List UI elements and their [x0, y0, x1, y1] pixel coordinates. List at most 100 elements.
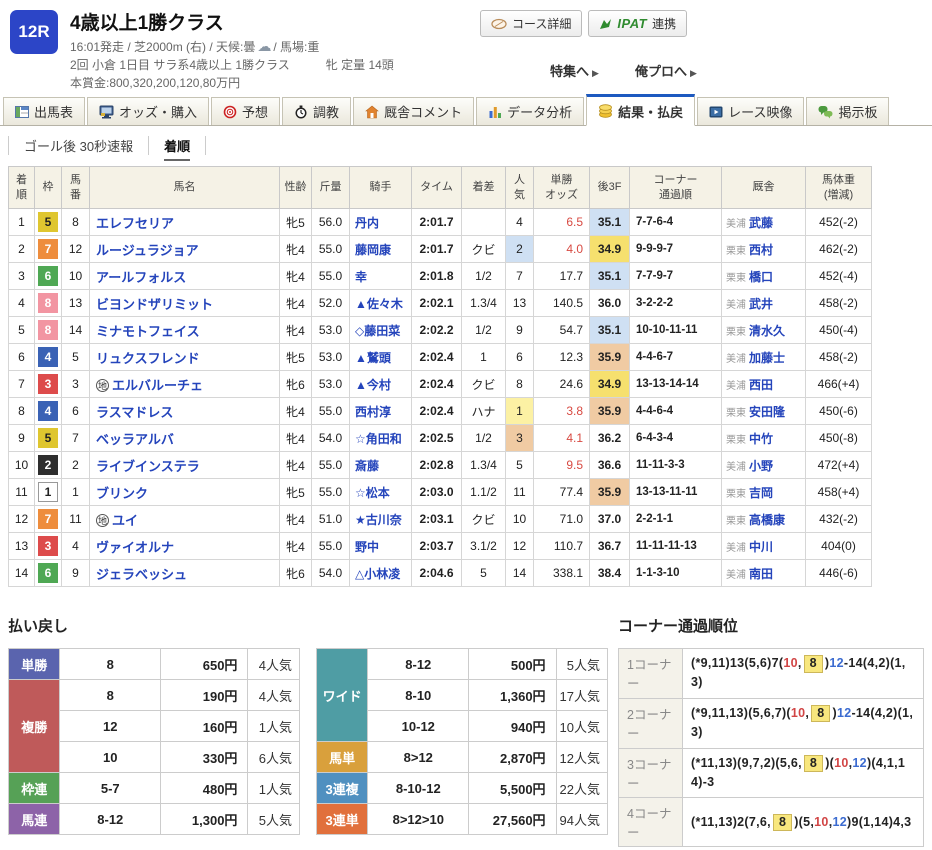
finish-time: 2:02.4	[411, 343, 462, 371]
jockey-link[interactable]: ◇藤田菜	[355, 324, 400, 338]
col-last-3f: 後3F	[589, 166, 630, 209]
horse-name-link[interactable]: ヴァイオルナ	[96, 540, 174, 555]
tab-board[interactable]: 掲示板	[806, 97, 890, 125]
tab-label: 出馬表	[34, 105, 74, 120]
frame-badge: 5	[38, 212, 58, 232]
col-popularity: 人 気	[505, 166, 534, 209]
trainer-link[interactable]: 高橋康	[749, 513, 785, 527]
jockey-link[interactable]: ▲佐々木	[355, 297, 403, 311]
tab-yoso[interactable]: 予想	[211, 97, 281, 125]
win-odds: 12.3	[533, 343, 590, 371]
finish-position: 10	[8, 451, 35, 479]
table-row: 13 3 4 ヴァイオルナ 牝4 55.0 野中 2:03.7 3.1/2 12 110.7 36.7…	[8, 532, 872, 560]
subnav-goal-flash[interactable]: ゴール後 30秒速報	[8, 136, 148, 155]
jockey-link[interactable]: 斎藤	[355, 459, 379, 473]
track-condition: / 馬場:重	[273, 40, 320, 54]
jockey-link[interactable]: 西村淳	[355, 405, 391, 419]
trainer-link[interactable]: 橋口	[749, 270, 773, 284]
trainer-link[interactable]: 西田	[749, 378, 773, 392]
frame-cell: 8	[34, 316, 62, 344]
last-3f-time: 35.1	[589, 316, 630, 344]
finish-position: 13	[8, 532, 35, 560]
horse-name-link[interactable]: ブリンク	[96, 486, 148, 501]
ipat-logo: IPAT	[617, 16, 648, 31]
jockey-link[interactable]: △小林凌	[355, 567, 400, 581]
payout-combination: 8>12	[367, 741, 470, 773]
horse-name-link[interactable]: ライブインステラ	[96, 459, 200, 474]
results-table: 着 順 枠 馬 番 馬名 性齢 斤量 騎手 タイム 着差 人 気 単勝 オッズ …	[8, 166, 872, 587]
last-3f-time: 34.9	[589, 370, 630, 398]
jockey-link[interactable]: ▲今村	[355, 378, 391, 392]
jockey-link[interactable]: 藤岡康	[355, 243, 391, 257]
horse-weight: 432(-2)	[805, 505, 872, 533]
table-row: 2 7 12 ルージュラジョア 牝4 55.0 藤岡康 2:01.7 クビ 2 4.0 34.9 9-9…	[8, 235, 872, 263]
trainer-link[interactable]: 加藤士	[749, 351, 785, 365]
tab-odds[interactable]: オッズ・購入	[87, 97, 210, 125]
trainer-link[interactable]: 小野	[749, 459, 773, 473]
horse-name-link[interactable]: アールフォルス	[96, 270, 186, 285]
margin: 3.1/2	[461, 532, 506, 560]
corner-passing-order: 6-4-3-4	[629, 424, 722, 452]
horse-name-link[interactable]: ユイ	[112, 513, 138, 528]
trainer-link[interactable]: 清水久	[749, 324, 785, 338]
finish-position: 3	[8, 262, 35, 290]
popularity: 5	[505, 451, 534, 479]
trainer-link[interactable]: 南田	[749, 567, 773, 581]
course-detail-label: コース詳細	[512, 17, 572, 31]
subnav-finish-order[interactable]: 着順	[148, 136, 207, 161]
main-tab-bar: 出馬表 オッズ・購入 予想 調教 厩舎コメント データ分析 結果・払戻 レース映…	[0, 94, 932, 126]
horse-name-link[interactable]: ビヨンドザリミット	[96, 297, 213, 312]
orepro-link[interactable]: 俺プロへ ▶	[635, 61, 697, 80]
jockey-link[interactable]: ☆松本	[355, 486, 390, 500]
horse-name-link[interactable]: ルージュラジョア	[96, 243, 199, 258]
corner-row: 3コーナー (*11,13)(9,7,2)(5,6, 8)(10,12)(4,1,1…	[618, 747, 924, 799]
col-margin: 着差	[461, 166, 506, 209]
tab-training[interactable]: 調教	[282, 97, 352, 125]
payout-combination: 12	[59, 710, 162, 742]
trainer-link[interactable]: 武井	[749, 297, 773, 311]
jockey-link[interactable]: ▲鷲頭	[355, 351, 391, 365]
horse-name-link[interactable]: ミナモトフェイス	[96, 324, 200, 339]
carried-weight: 53.0	[311, 316, 350, 344]
jockey-link[interactable]: ★古川奈	[355, 513, 402, 527]
trainer-link[interactable]: 中竹	[749, 432, 773, 446]
horse-name-cell: ビヨンドザリミット	[89, 289, 280, 317]
corner-passing-order: 11-11-3-3	[629, 451, 722, 479]
frame-cell: 3	[34, 532, 62, 560]
horse-name-link[interactable]: ジェラベッシュ	[96, 567, 187, 582]
special-feature-link[interactable]: 特集へ ▶	[550, 61, 599, 80]
jockey-link[interactable]: 丹内	[355, 216, 379, 230]
jockey-link[interactable]: 野中	[355, 540, 379, 554]
tab-shutsuba[interactable]: 出馬表	[3, 97, 86, 125]
frame-cell: 6	[34, 559, 62, 587]
bet-type-label: 枠連	[7, 772, 61, 804]
payout-row: 3連単 8>12>10 27,560円 94人気	[315, 803, 609, 835]
jockey-cell: 斎藤	[349, 451, 412, 479]
course-detail-button[interactable]: コース詳細	[480, 10, 583, 37]
race-time-course: 16:01発走 / 芝2000m (右) / 天候:曇	[70, 40, 256, 54]
horse-name-link[interactable]: ベッラアルバ	[96, 432, 174, 447]
corner-seq-segment: 10	[783, 656, 798, 670]
orepro-label: 俺プロへ	[634, 64, 687, 79]
trainer-link[interactable]: 中川	[749, 540, 773, 554]
trainer-link[interactable]: 吉岡	[749, 486, 773, 500]
trainer-link[interactable]: 武藤	[749, 216, 773, 230]
jockey-link[interactable]: 幸	[355, 270, 367, 284]
jockey-link[interactable]: ☆角田和	[355, 432, 402, 446]
horse-name-link[interactable]: エルバルーチェ	[112, 378, 203, 393]
tab-stable-comment[interactable]: 厩舎コメント	[353, 97, 475, 125]
tab-race-video[interactable]: レース映像	[697, 97, 805, 125]
tab-result-payout[interactable]: 結果・払戻	[586, 94, 696, 126]
ipat-link-button[interactable]: IPAT 連携	[588, 10, 688, 37]
horse-name-link[interactable]: エレフセリア	[96, 216, 174, 231]
trainer-link[interactable]: 安田隆	[749, 405, 785, 419]
horse-name-link[interactable]: リュクスフレンド	[96, 351, 200, 366]
table-row: 11 1 1 ブリンク 牝5 55.0 ☆松本 2:03.0 1.1/2 11 77.4 35.9 13…	[8, 478, 872, 506]
corner-passing-order: 2-2-1-1	[629, 505, 722, 533]
tab-data-analysis[interactable]: データ分析	[476, 97, 585, 125]
trainer-link[interactable]: 西村	[749, 243, 773, 257]
local-horse-mark-icon: 地	[96, 513, 109, 527]
training-center-label: 栗東	[726, 272, 746, 284]
horse-name-link[interactable]: ラスマドレス	[96, 405, 173, 420]
bet-type-label: 複勝	[7, 679, 61, 773]
